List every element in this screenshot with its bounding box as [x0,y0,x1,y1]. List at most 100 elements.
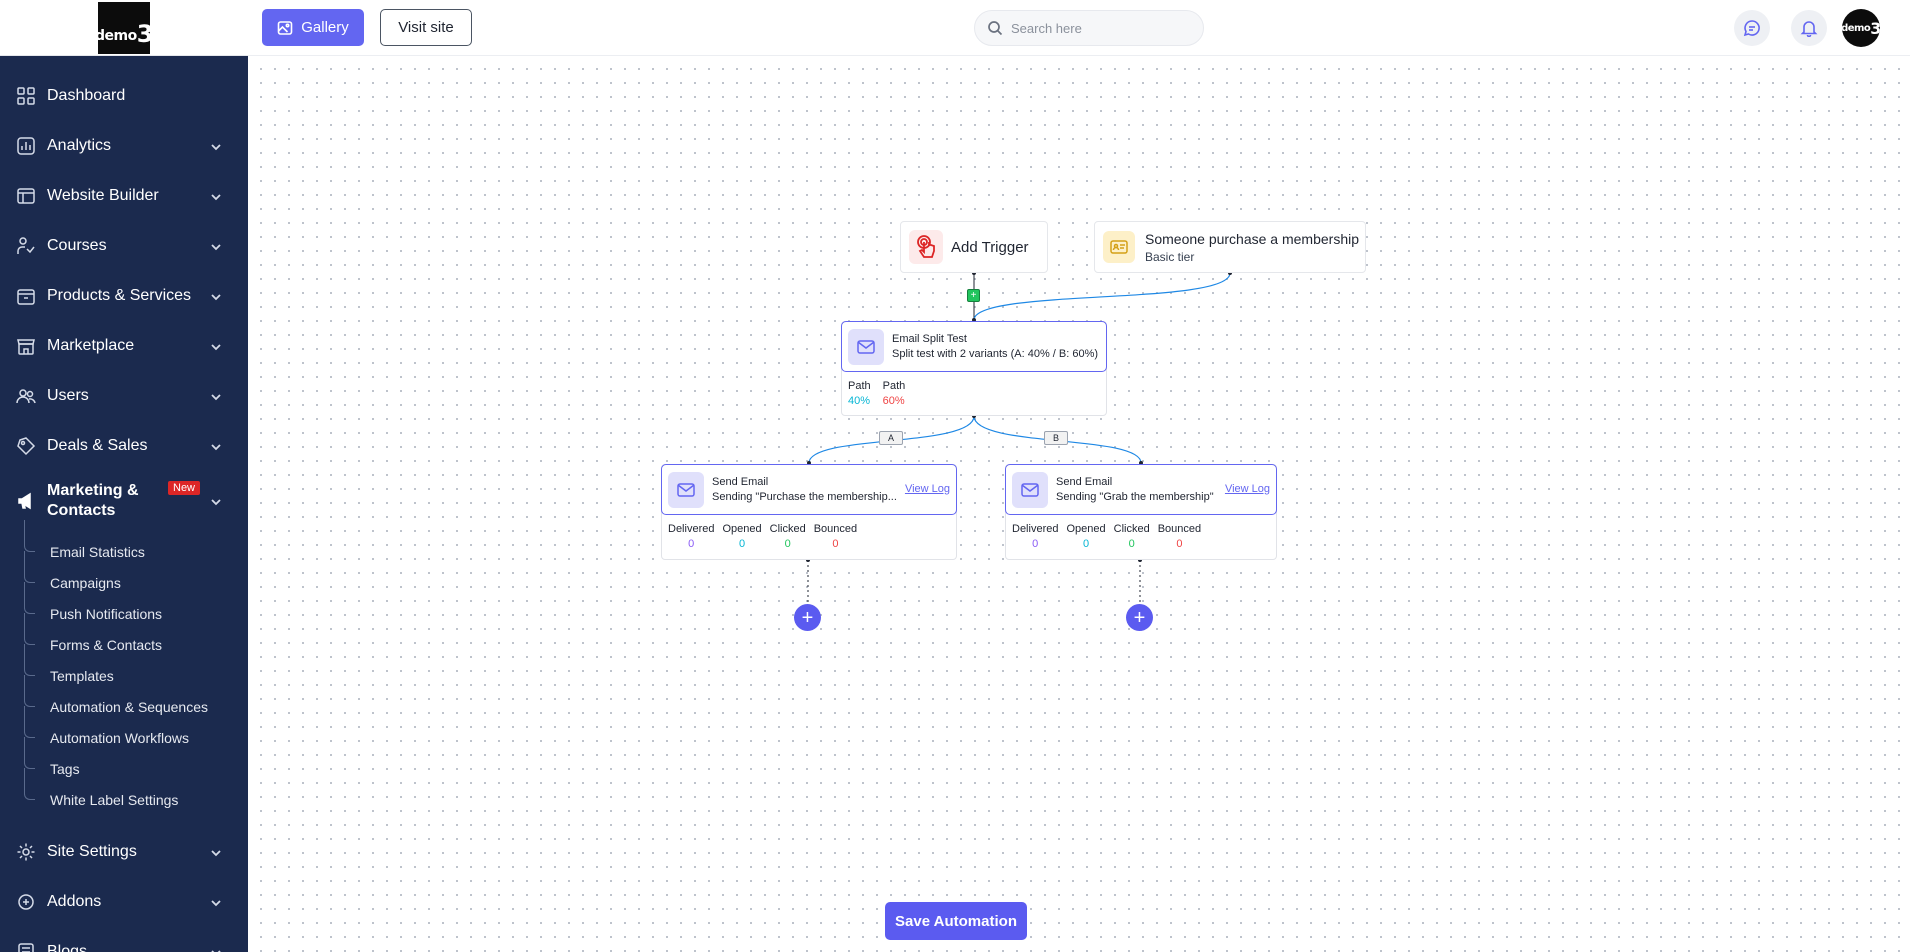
sidebar-item-deals-sales[interactable]: Deals & Sales [0,421,248,471]
stat-label: Delivered [668,523,715,535]
id-card-icon [1103,231,1135,263]
save-automation-label: Save Automation [895,912,1017,930]
chevron-down-icon [210,846,222,858]
sidebar-item-site-settings[interactable]: Site Settings [0,827,248,877]
send-email-subtitle: Sending "Grab the membership" [1056,491,1214,503]
sidebar-item-users[interactable]: Users [0,371,248,421]
marketing-submenu: Email Statistics Campaigns Push Notifica… [0,520,248,815]
submenu-item-label: Forms & Contacts [50,636,163,653]
email-stats: Delivered 0 Opened 0 Clicked 0 Bounced 0 [1012,523,1201,550]
sidebar-item-label: Blogs [47,943,88,952]
path-b-value: 60% [882,395,905,407]
sidebar-item-analytics[interactable]: Analytics [0,121,248,171]
notifications-button[interactable] [1791,10,1827,46]
sidebar-item-courses[interactable]: Courses [0,221,248,271]
addons-icon [16,892,36,912]
send-email-header: Send Email Sending "Purchase the members… [661,464,957,515]
logo[interactable]: demo 3 [95,1,153,54]
submenu-item-label: Tags [50,760,80,777]
website-builder-icon [16,186,36,206]
sidebar-item-addons[interactable]: Addons [0,877,248,927]
submenu-item-templates[interactable]: Templates [24,644,248,691]
add-trigger-node[interactable]: Add Trigger [900,221,1048,273]
stat-bounced: Bounced 0 [814,523,857,550]
submenu-item-email-statistics[interactable]: Email Statistics [24,520,248,567]
split-node-title: Email Split Test [892,333,967,345]
email-split-test-node[interactable]: Email Split Test Split test with 2 varia… [841,321,1107,416]
send-email-node-a[interactable]: Send Email Sending "Purchase the members… [661,464,957,560]
sidebar-item-products-services[interactable]: Products & Services [0,271,248,321]
submenu-item-tags[interactable]: Tags [24,737,248,784]
sidebar-item-marketplace[interactable]: Marketplace [0,321,248,371]
visit-site-button[interactable]: Visit site [380,9,472,46]
send-email-node-b[interactable]: Send Email Sending "Grab the membership"… [1005,464,1277,560]
split-paths: Path 40% Path 60% [848,380,905,407]
view-log-link[interactable]: View Log [905,483,950,495]
submenu-item-white-label-settings[interactable]: White Label Settings [24,768,248,815]
chat-icon [1743,20,1760,37]
stat-value: 0 [1032,538,1039,550]
sidebar-item-blogs[interactable]: Blogs [0,927,248,952]
mail-icon [668,471,704,508]
submenu-item-push-notifications[interactable]: Push Notifications [24,582,248,629]
save-automation-button[interactable]: Save Automation [885,902,1027,940]
users-icon [16,386,36,406]
avatar[interactable]: demo 3 [1842,9,1880,47]
submenu-item-campaigns[interactable]: Campaigns [24,551,248,598]
top-header: Gallery Visit site demo3 [248,0,1910,56]
search-icon [988,21,1003,36]
path-a-label: Path [848,380,871,392]
stat-label: Clicked [769,523,806,535]
stat-label: Bounced [1157,523,1202,535]
submenu-item-automation-workflows[interactable]: Automation Workflows [24,706,248,753]
add-step-button-a[interactable]: + [794,604,821,631]
sidebar-item-dashboard[interactable]: Dashboard [0,71,248,121]
submenu-item-label: Automation Workflows [50,729,190,746]
gallery-button-label: Gallery [301,19,349,36]
sidebar-item-website-builder[interactable]: Website Builder [0,171,248,221]
chevron-down-icon [210,390,222,402]
blogs-icon [16,942,36,952]
stat-label: Clicked [1113,523,1150,535]
sidebar-item-label: Users [47,387,89,404]
marketplace-icon [16,336,36,356]
sidebar-item-label: Site Settings [47,843,137,860]
chevron-down-icon [210,290,222,302]
submenu-item-automation-sequences[interactable]: Automation & Sequences [24,675,248,722]
search-input[interactable] [1011,20,1191,36]
chevron-down-icon [210,896,222,908]
chevron-down-icon [210,440,222,452]
stat-delivered: Delivered 0 [1012,523,1058,550]
membership-trigger-node[interactable]: Someone purchase a membership Basic tier [1094,221,1366,273]
submenu-item-forms-contacts[interactable]: Forms & Contacts [24,613,248,660]
logo-text: demo [95,27,137,44]
submenu-item-label: Templates [50,667,114,684]
new-badge: New [168,481,201,495]
sidebar-item-label: Marketing & Contacts [47,482,139,519]
edge-membership-split [973,272,1231,321]
branch-label-b: B [1044,431,1068,445]
gallery-button[interactable]: Gallery [262,9,364,46]
add-step-button-b[interactable]: + [1126,604,1153,631]
visit-site-label: Visit site [398,19,454,36]
add-trigger-label: Add Trigger [951,238,1029,256]
search-bar [974,10,1204,46]
settings-icon [16,842,36,862]
chevron-down-icon [210,340,222,352]
path-b-label: Path [882,380,906,392]
path-b: Path 60% [883,380,906,407]
chevron-down-icon [210,240,222,252]
chevron-down-icon [210,946,222,952]
chevron-down-icon [210,140,222,152]
workflow-canvas[interactable]: + A B Add Trigger Someone purchase a mem… [248,56,1910,952]
sidebar-item-label: Courses [47,237,107,254]
view-log-link[interactable]: View Log [1225,483,1270,495]
stat-value: 0 [784,538,791,550]
chat-button[interactable] [1734,10,1770,46]
megaphone-icon [16,491,36,511]
stat-value: 0 [738,538,746,550]
edge-add-button[interactable]: + [967,289,980,302]
sidebar-nav: Dashboard Analytics Website Builder Cour… [0,71,248,531]
sidebar-item-label: Dashboard [47,87,126,104]
sidebar-item-marketing-contacts[interactable]: Marketing & Contacts New [0,471,248,531]
